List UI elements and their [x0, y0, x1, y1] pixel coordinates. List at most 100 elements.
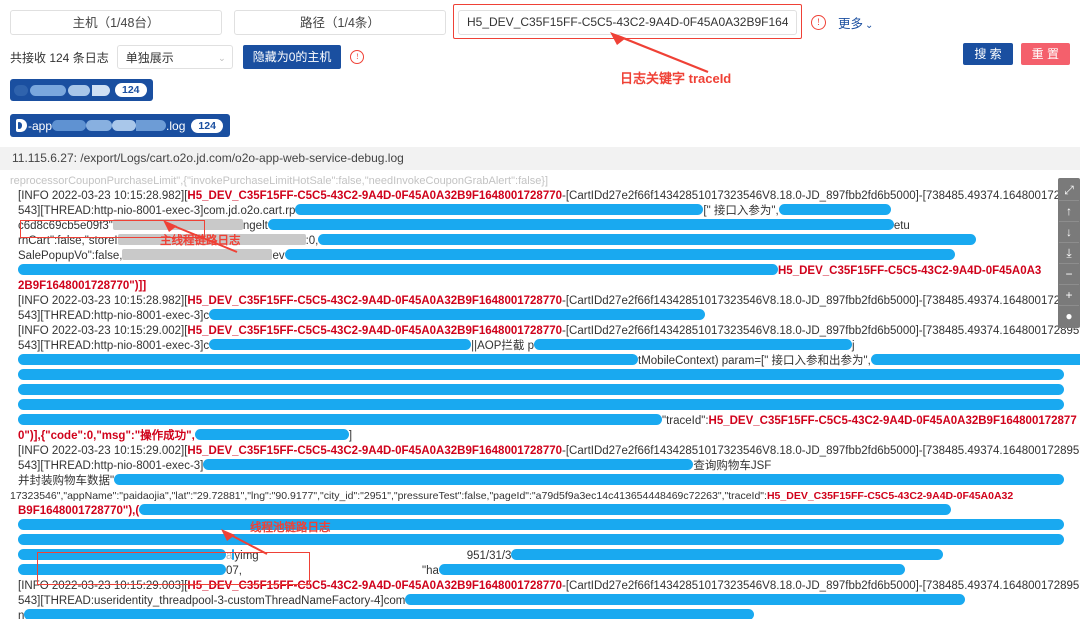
log-line: 并封装购物车数据" — [0, 474, 1080, 489]
log-line: 543][THREAD:http-nio-8001-exec-3]c — [0, 309, 1080, 324]
redacted-log-block — [209, 339, 472, 350]
log-seq: 543] — [18, 205, 41, 217]
log-line: n — [0, 609, 1080, 619]
log-cart-id: -[CartIDd27e2f66f14342851017323546V8.18.… — [562, 295, 1080, 307]
log-line — [0, 534, 1080, 549]
zoom-in-icon[interactable]: + — [1059, 285, 1079, 306]
log-fragment: j — [851, 340, 855, 352]
redacted-file-name — [136, 120, 167, 131]
log-cart-id: -[CartIDd27e2f66f14342851017323546V8.18.… — [562, 325, 1080, 337]
log-line: 543][THREAD:http-nio-8001-exec-3]c ||AOP拦… — [0, 339, 1080, 354]
trace-id-highlight: H5_DEV_C35F15FF-C5C5-43C2-9A4D-0F45A0A32… — [187, 190, 563, 202]
redacted-host-name — [92, 84, 110, 96]
keyword-field-wrapper — [453, 3, 802, 39]
trace-id-highlight: H5_DEV_C35F15FF-C5C5-43C2-9A4D-0F45A0A32… — [187, 445, 563, 457]
log-thread-token: [THREAD:http-nio-8001-exec-3] — [40, 310, 204, 322]
reset-button[interactable]: 重 置 — [1020, 43, 1070, 65]
redacted-log-block — [533, 339, 852, 350]
path-selector[interactable]: 路径（1/4条） — [234, 9, 446, 35]
trace-id-highlight: H5_DEV_C35F15FF-C5C5-43C2-9A4D-0F45A0A32… — [708, 415, 1077, 427]
action-buttons: 搜 索 重 置 — [963, 43, 1070, 65]
info-icon: ! — [811, 14, 826, 30]
log-info-header: [INFO 2022-03-23 10:15:28.982][ — [18, 190, 188, 202]
host-pill-row: 124 — [0, 71, 1080, 101]
log-json-fragment: 17323546","appName":"paidaojia","lat":"2… — [10, 490, 767, 502]
log-line: 2B9F1648001728770")]] — [0, 279, 1080, 294]
log-seq: 543] — [18, 460, 41, 472]
redacted-log-block — [870, 354, 1080, 365]
more-filters-label: 更多 — [838, 16, 864, 31]
redacted-log-block — [511, 549, 944, 560]
log-info-header: [INFO 2022-03-23 10:15:29.002][ — [18, 445, 188, 457]
log-line — [0, 384, 1080, 399]
trace-id-highlight: H5_DEV_C35F15FF-C5C5-43C2-9A4D-0F45A0A32… — [187, 295, 563, 307]
trace-id-highlight: 0")],{"code":0,"msg":"操作成功", — [18, 430, 195, 442]
redacted-log-block — [209, 309, 706, 320]
log-info-header: [INFO 2022-03-23 10:15:29.003][ — [18, 580, 188, 592]
redacted-log-block — [267, 219, 894, 230]
download-icon[interactable]: ⤓ — [1059, 243, 1079, 264]
redacted-log-block — [284, 249, 955, 260]
trace-id-highlight: H5_DEV_C35F15FF-C5C5-43C2-9A4D-0F45A0A32 — [766, 490, 1014, 502]
display-mode-select[interactable]: 单独展示 ⌄ — [116, 45, 233, 69]
redacted-log-block — [18, 519, 1064, 530]
log-line: SalePopupVo":false, ev — [0, 249, 1080, 264]
redacted-log-block — [438, 564, 905, 575]
log-fragment: 并封装购物车数据" — [18, 475, 115, 487]
info-icon: ! — [350, 50, 365, 64]
pool-thread-annotation-label: 线程池链路日志 — [250, 522, 331, 534]
log-fragment: :0, — [305, 235, 319, 247]
keyword-input[interactable] — [458, 9, 797, 35]
host-log-count: 124 — [115, 83, 147, 97]
redacted-log-block — [18, 384, 1064, 395]
host-pill[interactable]: 124 — [10, 79, 153, 101]
trace-id-highlight: H5_DEV_C35F15FF-C5C5-43C2-9A4D-0F45A0A3 — [778, 265, 1042, 277]
redacted-log-block — [18, 414, 662, 425]
log-class: com — [383, 595, 406, 607]
log-line: [INFO 2022-03-23 10:15:29.003][H5_DEV_C3… — [0, 579, 1080, 594]
log-fragment: c6d8c69cb5e09f3" — [18, 220, 113, 232]
log-fragment: ngelt — [242, 220, 268, 232]
log-info-header: [INFO 2022-03-23 10:15:29.002][ — [18, 325, 188, 337]
trace-id-highlight: H5_DEV_C35F15FF-C5C5-43C2-9A4D-0F45A0A32… — [187, 580, 563, 592]
arrow-up-icon[interactable]: ↑ — [1059, 201, 1079, 222]
log-fragment: tMobileContext) param=[" 接口入参和出参为", — [638, 355, 871, 367]
file-name-prefix: -app — [28, 118, 53, 133]
redacted-log-block — [18, 264, 778, 275]
log-cart-id: -[CartIDd27e2f66f14342851017323546V8.18.… — [562, 445, 1080, 457]
log-line: tMobileContext) param=[" 接口入参和出参为", — [0, 354, 1080, 369]
received-count-text: 共接收 124 条日志 — [10, 50, 109, 65]
lightbulb-icon[interactable]: ● — [1059, 306, 1079, 326]
hide-zero-hosts-button[interactable]: 隐藏为0的主机 — [242, 45, 342, 69]
log-line — [0, 399, 1080, 414]
host-selector[interactable]: 主机（1/48台） — [10, 9, 222, 35]
redacted-log-block — [18, 564, 226, 575]
log-line: [INFO 2022-03-23 10:15:29.002][H5_DEV_C3… — [0, 324, 1080, 339]
chevron-down-icon: ⌄ — [218, 53, 226, 63]
blurred-log-block — [122, 249, 273, 260]
redacted-host-name — [14, 84, 28, 96]
more-filters-link[interactable]: 更多 ⌄ — [838, 13, 873, 32]
log-line: 0")],{"code":0,"msg":"操作成功",] — [18, 429, 353, 442]
redacted-log-block — [778, 204, 891, 215]
log-line: reprocessorCouponPurchaseLimit",{"invoke… — [10, 175, 549, 187]
zoom-out-icon[interactable]: − — [1059, 264, 1079, 285]
log-viewer-toolstrip: ⤢ ↑ ↓ ⤓ − + ● — [1058, 178, 1080, 328]
jd-logo-icon — [16, 119, 27, 132]
log-fragment: rnCart":false,"storeI — [18, 235, 118, 247]
arrow-down-icon[interactable]: ↓ — [1059, 222, 1079, 243]
chevron-down-icon: ⌄ — [865, 19, 874, 31]
redacted-log-block — [194, 429, 349, 440]
main-thread-annotation-label: 主线程链路日志 — [160, 235, 241, 247]
search-button[interactable]: 搜 索 — [963, 43, 1013, 65]
redacted-log-block — [24, 609, 755, 619]
log-info-header: [INFO 2022-03-23 10:15:28.982][ — [18, 295, 188, 307]
file-log-count: 124 — [191, 118, 223, 133]
log-line: 543][THREAD:http-nio-8001-exec-3] 查询购物车JS… — [0, 459, 1080, 474]
file-pill[interactable]: -app .log 124 — [10, 114, 230, 137]
redacted-log-block — [318, 234, 977, 245]
log-fragment: yimg — [234, 550, 259, 562]
fullscreen-icon[interactable]: ⤢ — [1059, 180, 1079, 201]
redacted-log-block — [18, 399, 1064, 410]
log-fragment: 查询购物车JSF — [693, 460, 772, 472]
